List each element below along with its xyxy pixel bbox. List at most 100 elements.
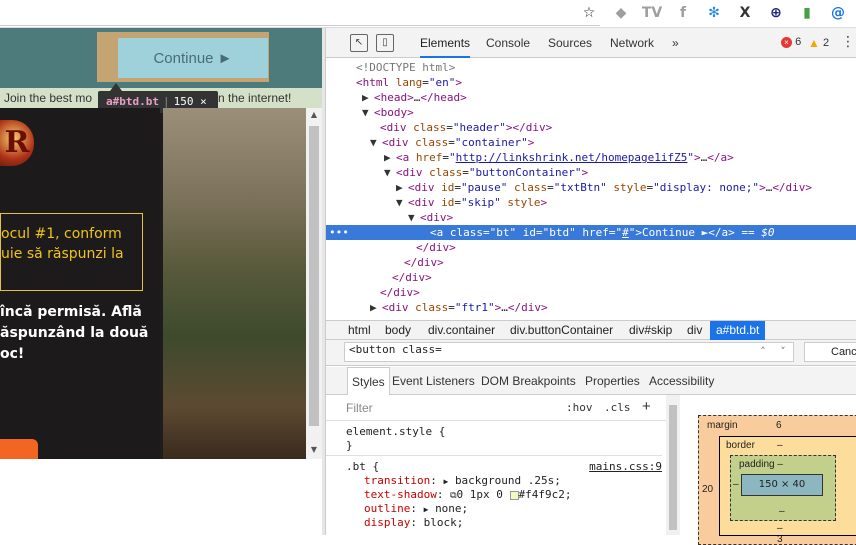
- dom-node[interactable]: ▶ <div class="ftr1">…</div>: [326, 300, 856, 315]
- extension-at-icon[interactable]: @: [828, 3, 848, 23]
- dom-node[interactable]: ▶ <head>…</head>: [326, 90, 856, 105]
- subtab-accessibility[interactable]: Accessibility: [649, 367, 714, 395]
- dom-node[interactable]: <!DOCTYPE html>: [326, 60, 856, 75]
- dom-node[interactable]: ▼ <body>: [326, 105, 856, 120]
- warning-count[interactable]: ▲ 2: [808, 36, 829, 50]
- devtools-panel: ↖ ▯ Elements Console Sources Network » × 6 ▲…: [325, 28, 856, 545]
- ticker-text-left: Join the best mo: [4, 91, 93, 105]
- breadcrumb-item[interactable]: div: [681, 321, 708, 340]
- desc-line-2: ăspunzând la două: [0, 325, 149, 341]
- search-cancel-button[interactable]: Cancel: [804, 342, 856, 362]
- scroll-down-icon[interactable]: ▼: [306, 445, 322, 459]
- dom-node[interactable]: </div>: [326, 285, 856, 300]
- extension-generic-icon[interactable]: ◆: [611, 3, 631, 23]
- dom-node[interactable]: </div>: [326, 255, 856, 270]
- node-actions-icon[interactable]: •••: [329, 225, 349, 240]
- scroll-up-icon[interactable]: ▲: [306, 110, 322, 124]
- extension-facebook-icon[interactable]: f: [673, 3, 693, 23]
- new-rule-icon[interactable]: +: [642, 398, 651, 415]
- inspect-element-icon[interactable]: ↖: [350, 34, 368, 52]
- css-property[interactable]: text-shadow: ⧉0 1px 0 #f4f9c2;: [364, 488, 572, 502]
- breadcrumb-item[interactable]: div#skip: [623, 321, 678, 340]
- breadcrumb-item[interactable]: div.buttonContainer: [504, 321, 619, 340]
- search-prev-icon[interactable]: ˄: [754, 343, 772, 361]
- error-count-value: 6: [795, 36, 802, 48]
- star-icon[interactable]: ☆: [579, 3, 599, 23]
- tooltip-selector: a#btd.bt: [106, 95, 159, 108]
- dom-node[interactable]: ▼ <div id="skip" style>: [326, 195, 856, 210]
- error-count[interactable]: × 6: [781, 36, 801, 48]
- dom-node[interactable]: ▼ <div class="container">: [326, 135, 856, 150]
- padding-label: padding –: [739, 459, 783, 470]
- extension-tv-icon[interactable]: TV: [642, 3, 662, 23]
- dom-node[interactable]: ▼ <div>: [326, 210, 856, 225]
- extension-gear-icon[interactable]: ✻: [704, 3, 724, 23]
- subtab-styles[interactable]: Styles: [347, 367, 390, 395]
- page-scrollbar[interactable]: ▲ ▼: [306, 108, 322, 459]
- webpage-viewport: Continue ► Join the best mo n the intern…: [0, 28, 322, 459]
- browser-toolbar: ☆ ◆ TV f ✻ X ⊕ ▮ @: [0, 0, 856, 28]
- padding-left-value[interactable]: –: [733, 479, 739, 490]
- breadcrumb-item[interactable]: body: [379, 321, 417, 340]
- tab-sources[interactable]: Sources: [548, 28, 592, 58]
- hov-toggle[interactable]: :hov: [566, 401, 593, 414]
- dom-node[interactable]: <div class="header"></div>: [326, 120, 856, 135]
- address-bar[interactable]: [0, 0, 600, 26]
- devtools-menu-icon[interactable]: ⋮: [839, 34, 856, 52]
- box-model-content[interactable]: 150 × 40: [741, 474, 823, 496]
- margin-left-value[interactable]: 20: [702, 484, 713, 495]
- dom-node[interactable]: ▶ <a href="http://linkshrink.net/homepage…: [326, 150, 856, 165]
- css-property[interactable]: outline: ▶ none;: [364, 502, 468, 516]
- tab-console[interactable]: Console: [486, 28, 530, 58]
- dom-tree[interactable]: <!DOCTYPE html> <html lang="en"> ▶ <head>…<…: [326, 58, 856, 320]
- styles-subtabs: Styles Event Listeners DOM Breakpoints Prop…: [326, 367, 856, 395]
- subtab-dom-breakpoints[interactable]: DOM Breakpoints: [481, 367, 576, 395]
- bt-rule-source-link[interactable]: mains.css:9: [589, 460, 662, 473]
- extension-x-icon[interactable]: X: [735, 3, 755, 23]
- breadcrumb-item[interactable]: html: [342, 321, 377, 340]
- breadcrumb-item[interactable]: a#btd.bt: [710, 321, 766, 340]
- dom-search-input[interactable]: <button class=: [344, 342, 794, 362]
- tab-network[interactable]: Network: [610, 28, 654, 58]
- element-style-selector[interactable]: element.style {: [346, 425, 445, 439]
- dom-node-selected[interactable]: <a class="bt" id="btd" href="#">Continue…: [326, 225, 856, 240]
- scroll-thumb[interactable]: [309, 126, 319, 426]
- breadcrumb: html body div.container div.buttonContainer…: [326, 320, 856, 340]
- tooltip-arrow: [110, 83, 122, 91]
- border-bottom-value[interactable]: –: [777, 523, 783, 534]
- device-toolbar-icon[interactable]: ▯: [376, 34, 394, 52]
- game-artwork: [163, 108, 306, 459]
- dom-node[interactable]: ▶ <div id="pause" class="txtBtn" style="d…: [326, 180, 856, 195]
- ticker-text-right: n the internet!: [218, 91, 292, 105]
- orange-button[interactable]: [0, 439, 38, 459]
- dom-search-bar: <button class= ˄ ˅ Cancel: [326, 340, 856, 366]
- styles-filter-input[interactable]: Filter: [346, 401, 373, 415]
- dom-node[interactable]: </div>: [326, 240, 856, 255]
- breadcrumb-item[interactable]: div.container: [422, 321, 501, 340]
- cls-toggle[interactable]: .cls: [604, 401, 631, 414]
- dom-node[interactable]: <html lang="en">: [326, 75, 856, 90]
- dom-node[interactable]: ▼ <div class="buttonContainer">: [326, 165, 856, 180]
- styles-pane: Filter :hov .cls + element.style { } .bt…: [326, 395, 666, 535]
- padding-bottom-value[interactable]: –: [779, 506, 785, 517]
- subtab-event-listeners[interactable]: Event Listeners: [392, 367, 475, 395]
- border-top-value[interactable]: –: [777, 440, 783, 451]
- css-property[interactable]: transition: ▶ background .25s;: [364, 474, 561, 488]
- continue-button[interactable]: Continue ►: [118, 38, 268, 78]
- styles-scroll-thumb[interactable]: [669, 405, 677, 530]
- search-next-icon[interactable]: ˅: [774, 343, 792, 361]
- warning-icon: ▲: [808, 36, 820, 50]
- styles-scrollbar[interactable]: [666, 395, 680, 535]
- bt-rule-selector[interactable]: .bt {: [346, 460, 379, 474]
- tab-elements[interactable]: Elements: [420, 28, 471, 58]
- css-property[interactable]: display: block;: [364, 516, 463, 530]
- page-blank-area: [0, 459, 322, 535]
- dom-node[interactable]: </div>: [326, 270, 856, 285]
- extension-shield-icon[interactable]: ⊕: [766, 3, 786, 23]
- devtools-tab-bar: ↖ ▯ Elements Console Sources Network » × 6 ▲…: [326, 28, 856, 58]
- tab-more[interactable]: »: [672, 28, 679, 58]
- subtab-properties[interactable]: Properties: [585, 367, 640, 395]
- extension-stats-icon[interactable]: ▮: [797, 3, 817, 23]
- margin-top-value[interactable]: 6: [776, 420, 782, 431]
- margin-label: margin: [707, 420, 738, 431]
